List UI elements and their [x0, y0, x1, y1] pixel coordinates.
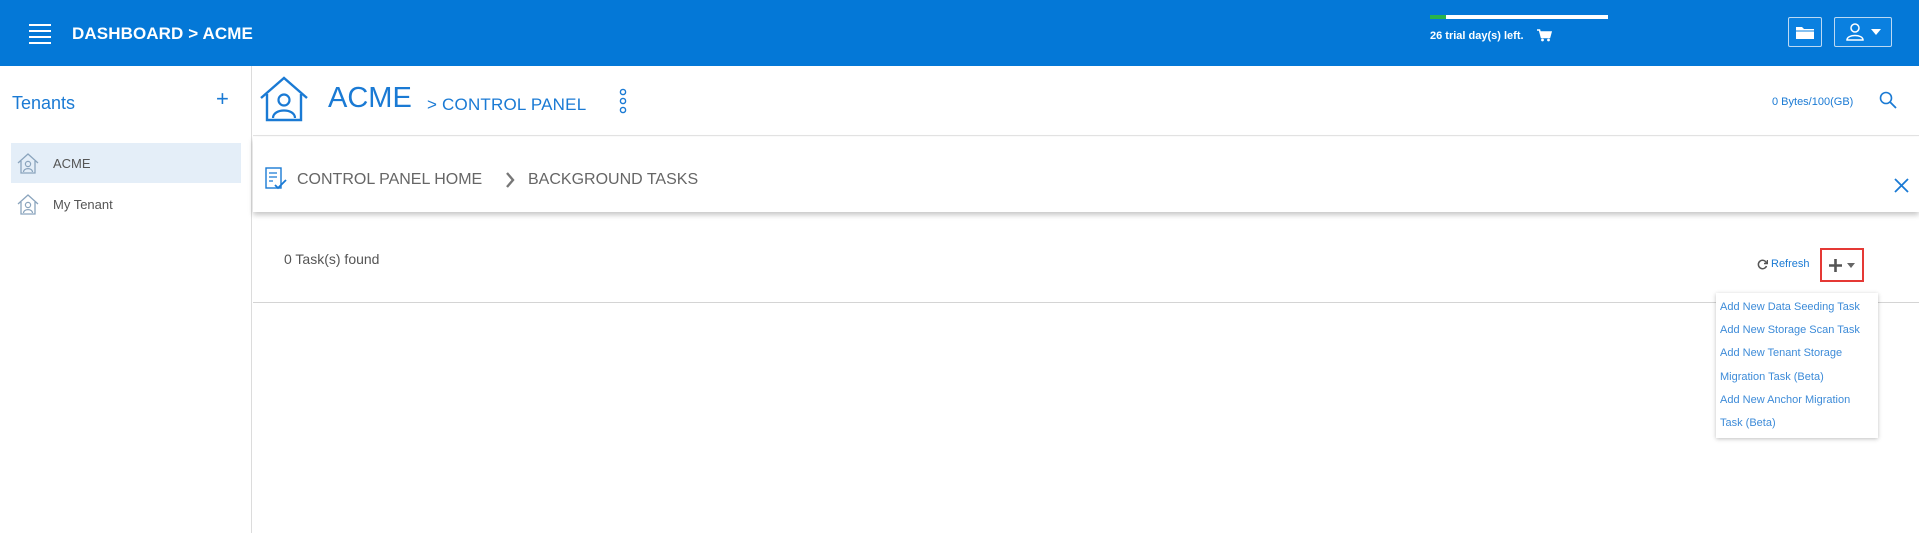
tenant-home-icon	[17, 194, 39, 215]
tenant-home-icon	[17, 153, 39, 174]
menu-item-add-anchor-migration-task-cont[interactable]: Task (Beta)	[1720, 412, 1878, 435]
menu-item-add-storage-scan-task[interactable]: Add New Storage Scan Task	[1720, 319, 1878, 342]
menu-item-add-tenant-storage-migration-task[interactable]: Add New Tenant Storage	[1720, 342, 1878, 365]
user-menu-button[interactable]	[1834, 17, 1892, 47]
add-task-menu: Add New Data Seeding Task Add New Storag…	[1716, 293, 1878, 438]
add-task-dropdown-button[interactable]	[1820, 248, 1864, 282]
tasks-toolbar: 0 Task(s) found Refresh	[253, 213, 1919, 303]
refresh-label: Refresh	[1771, 258, 1810, 270]
menu-item-add-anchor-migration-task[interactable]: Add New Anchor Migration	[1720, 389, 1878, 412]
refresh-icon	[1757, 259, 1768, 269]
top-bar: DASHBOARD > ACME 26 trial day(s) left.	[0, 0, 1919, 66]
menu-icon[interactable]	[29, 24, 51, 44]
sidebar-item-my-tenant[interactable]: My Tenant	[11, 184, 241, 224]
search-icon[interactable]	[1879, 91, 1897, 109]
app-breadcrumb: DASHBOARD > ACME	[72, 24, 253, 43]
menu-item-add-data-seeding-task[interactable]: Add New Data Seeding Task	[1720, 296, 1878, 319]
folder-button[interactable]	[1788, 17, 1822, 47]
tenant-header: ACME > CONTROL PANEL 0 Bytes/100(GB)	[253, 66, 1919, 136]
folder-icon	[1796, 26, 1814, 39]
more-options-icon[interactable]	[619, 88, 627, 114]
caret-down-icon	[1871, 29, 1881, 35]
sidebar-title: Tenants	[12, 93, 76, 113]
trial-progress-bar	[1430, 15, 1608, 19]
sidebar-item-acme[interactable]: ACME	[11, 143, 241, 183]
trial-days-text: 26 trial day(s) left.	[1430, 30, 1524, 42]
tenants-sidebar: Tenants + ACME My Tenant	[0, 66, 252, 533]
caret-down-icon	[1847, 262, 1855, 268]
tenant-name: ACME	[328, 82, 412, 114]
add-tenant-button[interactable]: +	[216, 88, 229, 110]
sidebar-item-label: My Tenant	[53, 196, 113, 212]
sidebar-item-label: ACME	[53, 155, 91, 171]
control-panel-crumb[interactable]: > CONTROL PANEL	[427, 95, 586, 115]
page-breadcrumb-bar: CONTROL PANEL HOME BACKGROUND TASKS	[253, 137, 1919, 212]
storage-quota: 0 Bytes/100(GB)	[1772, 96, 1854, 108]
close-icon[interactable]	[1894, 178, 1909, 193]
breadcrumb-background-tasks: BACKGROUND TASKS	[528, 171, 699, 188]
chevron-right-icon	[506, 172, 515, 188]
trial-progress-fill	[1430, 15, 1447, 19]
task-count-text: 0 Task(s) found	[284, 251, 380, 267]
tenant-home-icon	[260, 76, 308, 122]
plus-icon	[1829, 258, 1842, 272]
user-icon	[1846, 23, 1864, 41]
menu-item-add-tenant-storage-migration-task-cont[interactable]: Migration Task (Beta)	[1720, 366, 1878, 389]
refresh-button[interactable]: Refresh	[1757, 258, 1810, 270]
tasks-checklist-icon	[265, 167, 287, 190]
breadcrumb-control-panel-home[interactable]: CONTROL PANEL HOME	[297, 171, 482, 189]
cart-icon[interactable]	[1537, 29, 1552, 42]
